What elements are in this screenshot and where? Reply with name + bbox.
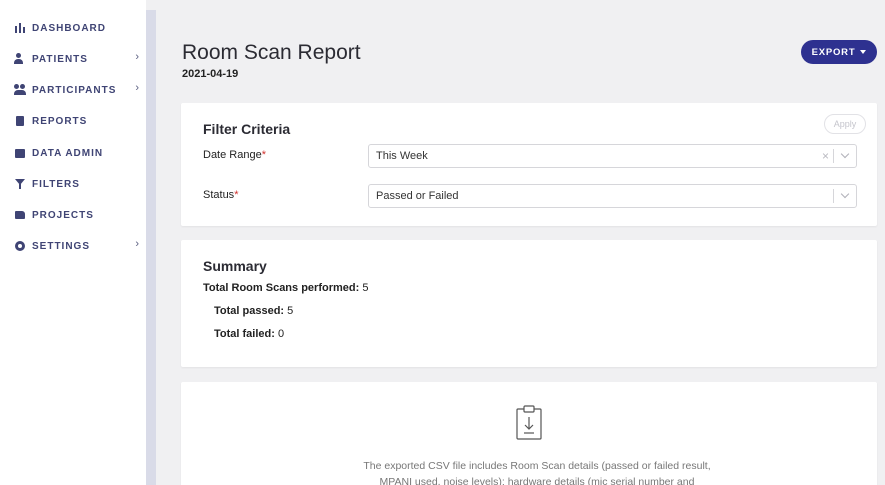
sidebar-item-reports[interactable]: REPORTS bbox=[14, 112, 144, 130]
sidebar-item-data-admin[interactable]: DATA ADMIN bbox=[14, 144, 144, 162]
required-mark: * bbox=[234, 189, 239, 201]
date-range-label-text: Date Range bbox=[203, 149, 262, 161]
dashboard-icon bbox=[14, 22, 26, 34]
sidebar-item-label: PATIENTS bbox=[32, 53, 88, 65]
clipboard-download-icon bbox=[516, 405, 542, 440]
apply-button[interactable]: Apply bbox=[824, 114, 866, 134]
caret-down-icon bbox=[860, 50, 867, 54]
sidebar-item-label: SETTINGS bbox=[32, 240, 91, 252]
sidebar-item-label: FILTERS bbox=[32, 178, 80, 190]
projects-icon bbox=[14, 209, 26, 221]
sidebar-item-filters[interactable]: FILTERS bbox=[14, 175, 144, 193]
sidebar-item-label: REPORTS bbox=[32, 115, 88, 127]
total-passed-value: 5 bbox=[287, 305, 294, 317]
status-label: Status* bbox=[203, 189, 238, 201]
page-title: Room Scan Report bbox=[182, 41, 361, 64]
export-description-line: MPANI used, noise levels); hardware deta… bbox=[379, 476, 695, 485]
export-button[interactable]: EXPORT bbox=[801, 40, 877, 64]
summary-card bbox=[181, 240, 877, 367]
chevron-right-icon: › bbox=[135, 82, 140, 94]
status-select[interactable]: Passed or Failed bbox=[368, 184, 857, 208]
patient-icon bbox=[14, 53, 26, 65]
total-passed-line: Total passed: 5 bbox=[214, 305, 293, 317]
sidebar-item-label: PROJECTS bbox=[32, 209, 94, 221]
required-mark: * bbox=[261, 149, 266, 161]
sidebar-divider bbox=[146, 10, 156, 485]
export-button-label: EXPORT bbox=[811, 46, 856, 58]
filter-icon bbox=[14, 178, 26, 190]
filter-criteria-heading: Filter Criteria bbox=[203, 121, 291, 137]
reports-icon bbox=[14, 115, 26, 127]
sidebar-item-label: DATA ADMIN bbox=[32, 147, 104, 159]
participants-icon bbox=[14, 84, 26, 96]
sidebar-item-projects[interactable]: PROJECTS bbox=[14, 206, 144, 224]
total-failed-line: Total failed: 0 bbox=[214, 328, 284, 340]
export-description-line: The exported CSV file includes Room Scan… bbox=[363, 460, 711, 472]
total-failed-label: Total failed: bbox=[214, 328, 275, 340]
chevron-down-icon[interactable] bbox=[840, 189, 850, 199]
total-scans-label: Total Room Scans performed: bbox=[203, 282, 360, 294]
total-scans-line: Total Room Scans performed: 5 bbox=[203, 282, 368, 294]
clear-icon[interactable]: × bbox=[822, 149, 829, 163]
chevron-right-icon: › bbox=[135, 51, 140, 63]
chevron-down-icon[interactable] bbox=[840, 149, 850, 159]
date-range-select[interactable]: This Week × bbox=[368, 144, 857, 168]
select-separator bbox=[833, 149, 834, 163]
total-scans-value: 5 bbox=[362, 282, 369, 294]
gear-icon bbox=[14, 240, 26, 252]
date-range-label: Date Range* bbox=[203, 149, 266, 161]
data-admin-icon bbox=[14, 147, 26, 159]
sidebar-item-label: DASHBOARD bbox=[32, 22, 106, 34]
report-date: 2021-04-19 bbox=[182, 68, 239, 80]
sidebar-item-label: PARTICIPANTS bbox=[32, 84, 117, 96]
date-range-value: This Week bbox=[376, 150, 428, 162]
sidebar-item-dashboard[interactable]: DASHBOARD bbox=[14, 19, 144, 37]
sidebar-item-settings[interactable]: SETTINGS › bbox=[14, 237, 144, 255]
chevron-right-icon: › bbox=[135, 238, 140, 250]
sidebar-item-patients[interactable]: PATIENTS › bbox=[14, 50, 144, 68]
sidebar-item-participants[interactable]: PARTICIPANTS › bbox=[14, 81, 144, 99]
summary-heading: Summary bbox=[203, 258, 267, 274]
select-separator bbox=[833, 189, 834, 203]
total-failed-value: 0 bbox=[277, 328, 285, 340]
status-value: Passed or Failed bbox=[376, 190, 459, 202]
status-label-text: Status bbox=[203, 189, 235, 201]
total-passed-label: Total passed: bbox=[214, 305, 285, 317]
export-description: The exported CSV file includes Room Scan… bbox=[300, 458, 774, 485]
